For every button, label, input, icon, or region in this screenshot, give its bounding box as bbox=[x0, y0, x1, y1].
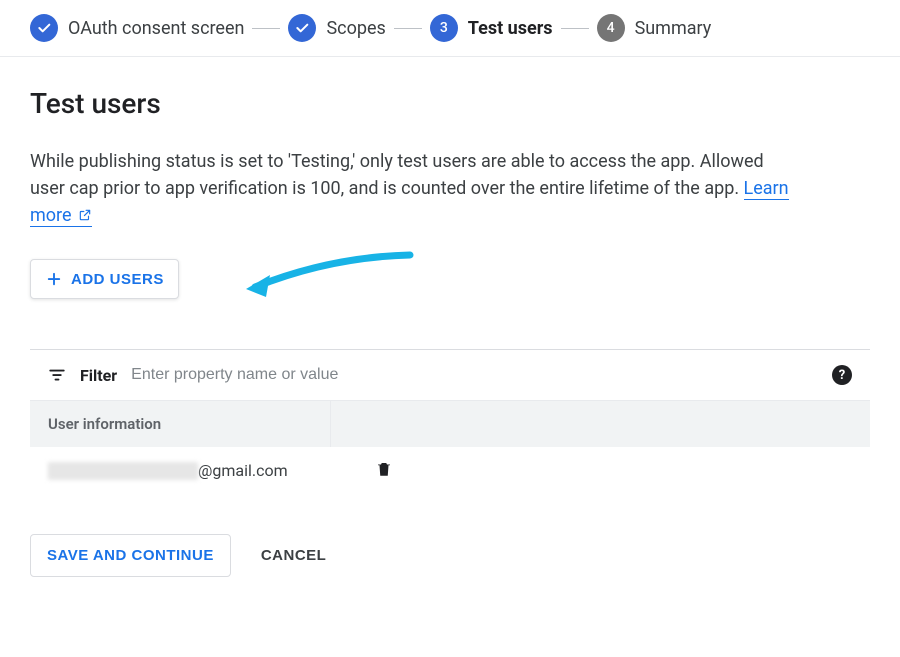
table-row: @gmail.com bbox=[30, 447, 870, 494]
step-number-icon: 4 bbox=[597, 14, 625, 42]
main-content: Test users While publishing status is se… bbox=[0, 57, 900, 607]
add-users-label: ADD USERS bbox=[71, 271, 164, 288]
cancel-button[interactable]: CANCEL bbox=[261, 547, 327, 564]
step-connector bbox=[561, 28, 589, 29]
step-label: OAuth consent screen bbox=[68, 18, 244, 39]
add-users-row: ADD USERS bbox=[30, 259, 870, 299]
plus-icon bbox=[45, 270, 63, 288]
column-header-actions bbox=[330, 401, 870, 447]
column-header-user-info: User information bbox=[30, 401, 330, 447]
filter-icon bbox=[48, 366, 66, 384]
step-test-users[interactable]: 3 Test users bbox=[430, 14, 553, 42]
delete-user-button[interactable] bbox=[371, 456, 397, 485]
save-and-continue-button[interactable]: SAVE AND CONTINUE bbox=[30, 534, 231, 577]
step-summary[interactable]: 4 Summary bbox=[597, 14, 712, 42]
action-buttons: SAVE AND CONTINUE CANCEL bbox=[30, 534, 870, 577]
page-description: While publishing status is set to 'Testi… bbox=[30, 148, 790, 229]
user-email-cell: @gmail.com bbox=[30, 447, 330, 494]
table-header: User information bbox=[30, 401, 870, 447]
step-label: Test users bbox=[468, 18, 553, 39]
annotation-arrow-icon bbox=[240, 247, 420, 307]
filter-bar: Filter ? bbox=[30, 350, 870, 401]
help-icon[interactable]: ? bbox=[832, 365, 852, 385]
external-link-icon bbox=[78, 208, 92, 222]
trash-icon bbox=[375, 460, 393, 478]
check-icon bbox=[30, 14, 58, 42]
email-suffix: @gmail.com bbox=[198, 461, 288, 480]
step-oauth-consent[interactable]: OAuth consent screen bbox=[30, 14, 244, 42]
description-text: While publishing status is set to 'Testi… bbox=[30, 151, 764, 199]
step-connector bbox=[394, 28, 422, 29]
filter-input[interactable] bbox=[131, 364, 818, 386]
step-scopes[interactable]: Scopes bbox=[288, 14, 385, 42]
add-users-button[interactable]: ADD USERS bbox=[30, 259, 179, 299]
step-label: Scopes bbox=[326, 18, 385, 39]
redacted-text bbox=[48, 462, 198, 480]
filter-label: Filter bbox=[80, 366, 117, 385]
check-icon bbox=[288, 14, 316, 42]
step-connector bbox=[252, 28, 280, 29]
users-table: Filter ? User information @gmail.com bbox=[30, 349, 870, 494]
page-title: Test users bbox=[30, 87, 870, 120]
step-label: Summary bbox=[635, 18, 712, 39]
step-number-icon: 3 bbox=[430, 14, 458, 42]
stepper: OAuth consent screen Scopes 3 Test users… bbox=[0, 0, 900, 57]
